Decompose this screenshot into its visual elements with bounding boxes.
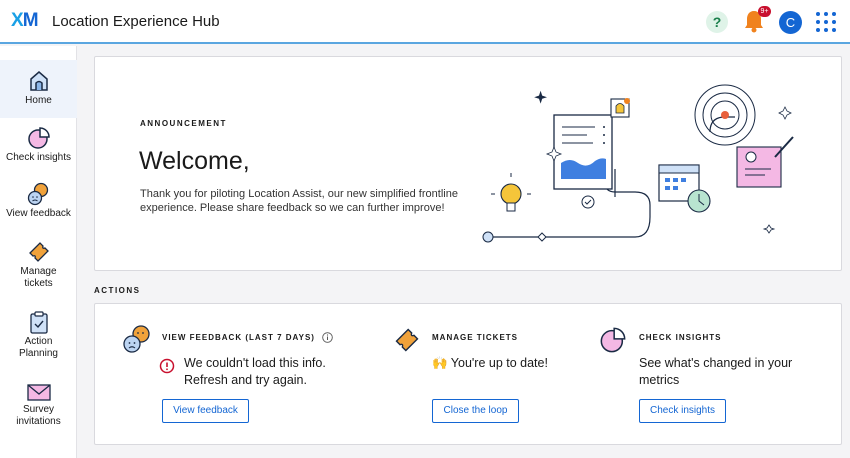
sidebar-item-check-insights[interactable]: Check insights: [0, 122, 77, 172]
sidebar-item-label: Action Planning: [19, 336, 58, 359]
check-insights-button[interactable]: Check insights: [639, 399, 726, 423]
check-insights-title: CHECK INSIGHTS: [639, 333, 722, 342]
home-icon: [29, 71, 48, 91]
welcome-heading: Welcome,: [139, 147, 250, 175]
sidebar-item-label: Check insights: [5, 152, 72, 163]
sidebar-item-label: View feedback: [6, 208, 71, 219]
info-icon[interactable]: [322, 332, 333, 343]
sidebar-item-view-feedback[interactable]: View feedback: [0, 180, 77, 230]
insights-message: See what's changed in your metrics: [639, 356, 793, 387]
announcement-illustration: [482, 84, 794, 243]
sidebar-item-action-planning[interactable]: Action Planning: [0, 308, 77, 370]
sidebar-item-label: Home: [25, 95, 52, 106]
pie-chart-icon: [27, 127, 50, 149]
announcement-eyebrow: ANNOUNCEMENT: [140, 119, 227, 128]
manage-tickets-title: MANAGE TICKETS: [432, 333, 518, 342]
sidebar-item-label: Survey invitations: [16, 404, 61, 427]
user-avatar[interactable]: C: [779, 11, 802, 34]
sidebar-item-home[interactable]: Home: [0, 60, 77, 118]
sidebar-item-manage-tickets[interactable]: Manage tickets: [0, 238, 77, 300]
help-button[interactable]: ?: [706, 11, 728, 33]
faces-icon: [123, 325, 150, 353]
sidebar: Home Check insights View feedback Manage…: [0, 46, 77, 458]
announcement-card: ANNOUNCEMENT Welcome, Thank you for pilo…: [94, 56, 842, 271]
faces-icon: [27, 182, 48, 206]
app-title: Location Experience Hub: [52, 13, 220, 30]
actions-heading: ACTIONS: [94, 286, 141, 295]
ticket-icon: [28, 242, 49, 262]
tickets-status-message: 🙌 You're up to date!: [432, 356, 548, 370]
actions-card: VIEW FEEDBACK (LAST 7 DAYS) We couldn't …: [94, 303, 842, 445]
view-feedback-title: VIEW FEEDBACK (LAST 7 DAYS): [162, 333, 315, 342]
pie-chart-icon: [600, 327, 626, 353]
close-the-loop-button[interactable]: Close the loop: [432, 399, 519, 423]
clipboard-icon: [29, 311, 48, 334]
sidebar-item-label: Manage tickets: [20, 266, 57, 289]
error-icon: [159, 358, 175, 374]
ticket-icon: [395, 328, 419, 352]
announcement-body: Thank you for piloting Location Assist, …: [140, 188, 458, 214]
sidebar-item-survey-invitations[interactable]: Survey invitations: [0, 380, 77, 442]
envelope-icon: [26, 384, 51, 401]
view-feedback-button[interactable]: View feedback: [162, 399, 249, 423]
app-launcher-icon[interactable]: [816, 12, 836, 32]
notification-badge: 9+: [758, 6, 771, 17]
feedback-error-message: We couldn't load this info. Refresh and …: [184, 356, 326, 387]
xm-logo[interactable]: XM: [11, 10, 39, 32]
top-bar: XM Location Experience Hub ? 9+ C: [0, 0, 850, 44]
